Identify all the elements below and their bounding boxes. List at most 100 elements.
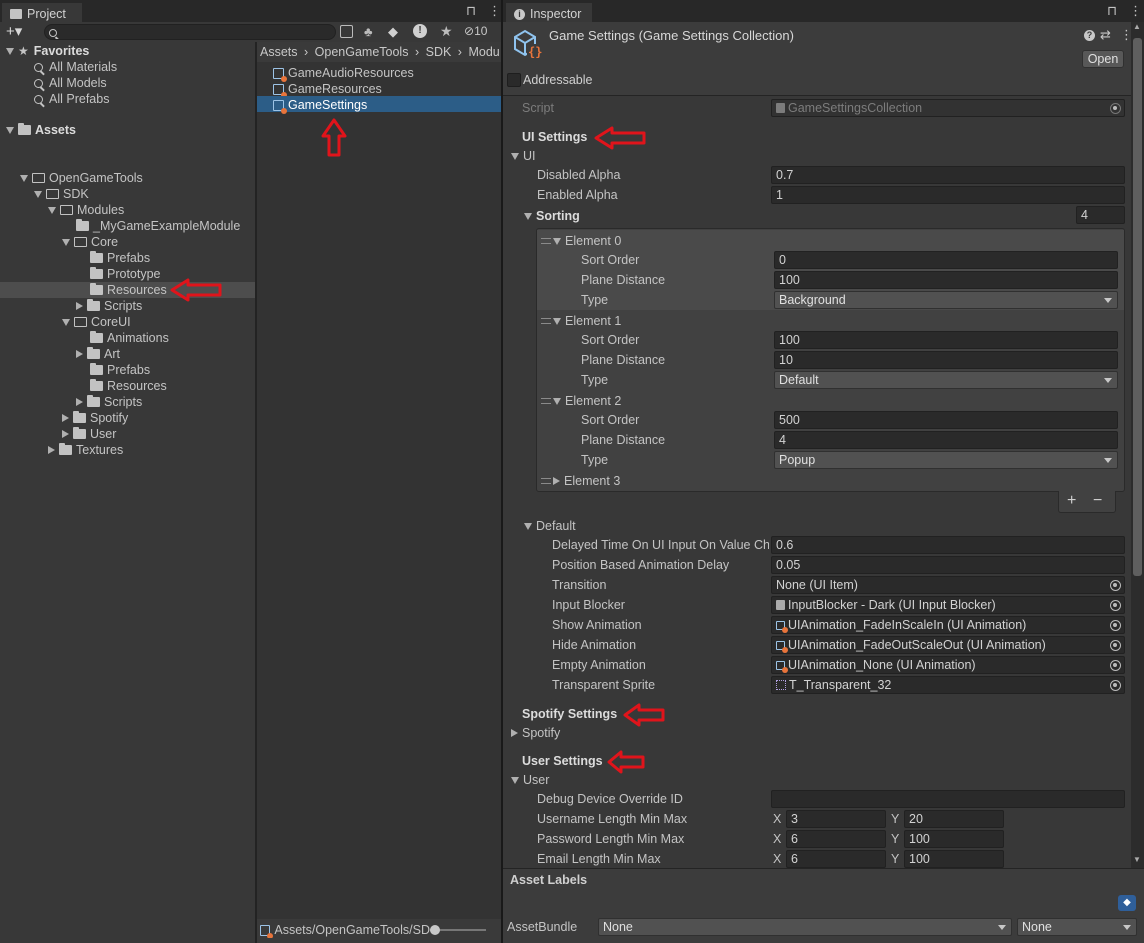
tree-item-textures[interactable]: Textures: [48, 442, 123, 458]
filter-by-label-icon[interactable]: ◆: [388, 24, 398, 40]
lock-icon[interactable]: ⊓: [1107, 3, 1117, 19]
asset-label-tag-icon[interactable]: ◆: [1118, 895, 1136, 911]
add-element-button[interactable]: +: [1067, 492, 1076, 510]
scrollbar-thumb[interactable]: [1133, 38, 1142, 576]
transition-field[interactable]: None (UI Item): [771, 576, 1125, 594]
file-item[interactable]: GameResources: [273, 81, 382, 98]
filter-by-type-icon[interactable]: ♣: [364, 24, 373, 39]
scroll-up-arrow[interactable]: ▲: [1133, 22, 1141, 31]
remove-element-button[interactable]: −: [1093, 492, 1102, 510]
assetbundle-dropdown[interactable]: None: [598, 918, 1012, 936]
email-max-field[interactable]: 100: [904, 850, 1004, 868]
tree-item-modules[interactable]: Modules: [48, 202, 124, 218]
spotify-foldout[interactable]: Spotify: [511, 725, 560, 741]
lock-icon[interactable]: ⊓: [466, 3, 476, 19]
asset-labels-header[interactable]: Asset Labels: [510, 871, 587, 889]
tree-item-mygameexamplemodule[interactable]: _MyGameExampleModule: [76, 218, 240, 234]
disabled-alpha-field[interactable]: 0.7: [771, 166, 1125, 184]
presets-icon[interactable]: ⇄: [1100, 27, 1111, 43]
drag-handle-icon[interactable]: [541, 318, 551, 324]
tree-item-art[interactable]: Art: [76, 346, 120, 362]
element-0-foldout[interactable]: Element 0: [541, 233, 621, 249]
default-foldout[interactable]: Default: [524, 518, 576, 534]
plane-distance-field[interactable]: 4: [774, 431, 1118, 449]
password-min-field[interactable]: 6: [786, 830, 886, 848]
sorting-foldout[interactable]: Sorting: [524, 208, 580, 224]
scroll-down-arrow[interactable]: ▼: [1133, 855, 1141, 864]
sort-order-field[interactable]: 500: [774, 411, 1118, 429]
log-types-icon[interactable]: !: [413, 24, 427, 38]
username-min-field[interactable]: 3: [786, 810, 886, 828]
element-2-foldout[interactable]: Element 2: [541, 393, 621, 409]
assetbundle-variant-dropdown[interactable]: None: [1017, 918, 1137, 936]
sort-order-field[interactable]: 0: [774, 251, 1118, 269]
element-3-foldout[interactable]: Element 3: [541, 473, 620, 489]
favorite-item[interactable]: All Materials: [34, 59, 117, 75]
breadcrumb-item[interactable]: SDK: [426, 45, 452, 59]
transparent-sprite-field[interactable]: T_Transparent_32: [771, 676, 1125, 694]
file-item[interactable]: GameAudioResources: [273, 65, 414, 82]
object-picker-icon[interactable]: [1110, 680, 1121, 691]
search-by-type-icon[interactable]: [340, 25, 353, 38]
tree-item-spotify[interactable]: Spotify: [62, 410, 128, 426]
more-menu-icon[interactable]: ⋮: [1129, 3, 1142, 19]
input-blocker-field[interactable]: InputBlocker - Dark (UI Input Blocker): [771, 596, 1125, 614]
breadcrumb-item[interactable]: Assets: [260, 45, 298, 59]
tree-item-core[interactable]: Core: [62, 234, 118, 250]
tree-item-prototype[interactable]: Prototype: [90, 266, 161, 282]
user-foldout[interactable]: User: [511, 772, 549, 788]
show-animation-field[interactable]: UIAnimation_FadeInScaleIn (UI Animation): [771, 616, 1125, 634]
favorites-header[interactable]: ★ Favorites: [6, 43, 89, 59]
plane-distance-field[interactable]: 10: [774, 351, 1118, 369]
drag-handle-icon[interactable]: [541, 398, 551, 404]
hidden-packages-toggle[interactable]: ⊘10: [464, 24, 487, 38]
type-dropdown[interactable]: Popup: [774, 451, 1118, 469]
search-input[interactable]: [44, 24, 336, 40]
tree-item-scripts-2[interactable]: Scripts: [76, 394, 142, 410]
help-icon[interactable]: ?: [1084, 30, 1095, 41]
hide-animation-field[interactable]: UIAnimation_FadeOutScaleOut (UI Animatio…: [771, 636, 1125, 654]
object-picker-icon[interactable]: [1110, 580, 1121, 591]
breadcrumb-item[interactable]: Modu: [468, 45, 499, 59]
password-max-field[interactable]: 100: [904, 830, 1004, 848]
drag-handle-icon[interactable]: [541, 238, 551, 244]
icon-size-slider-thumb[interactable]: [430, 925, 440, 935]
debug-device-override-field[interactable]: [771, 790, 1125, 808]
tree-item-user[interactable]: User: [62, 426, 116, 442]
open-button[interactable]: Open: [1082, 50, 1124, 68]
plane-distance-field[interactable]: 100: [774, 271, 1118, 289]
tree-item-prefabs[interactable]: Prefabs: [90, 250, 150, 266]
tree-item-prefabs-2[interactable]: Prefabs: [90, 362, 150, 378]
tree-item-coreui[interactable]: CoreUI: [62, 314, 131, 330]
favorite-item[interactable]: All Prefabs: [34, 91, 109, 107]
position-animation-delay-field[interactable]: 0.05: [771, 556, 1125, 574]
object-picker-icon[interactable]: [1110, 640, 1121, 651]
more-menu-icon[interactable]: ⋮: [488, 3, 501, 19]
file-item-selected[interactable]: GameSettings: [273, 97, 367, 114]
empty-animation-field[interactable]: UIAnimation_None (UI Animation): [771, 656, 1125, 674]
tree-item-scripts[interactable]: Scripts: [76, 298, 142, 314]
sort-order-field[interactable]: 100: [774, 331, 1118, 349]
favorite-item[interactable]: All Models: [34, 75, 107, 91]
tree-item-resources-2[interactable]: Resources: [90, 378, 167, 394]
create-button[interactable]: +▾: [6, 23, 22, 41]
object-picker-icon[interactable]: [1110, 660, 1121, 671]
tree-item-animations[interactable]: Animations: [90, 330, 169, 346]
object-picker-icon[interactable]: [1110, 620, 1121, 631]
breadcrumb-item[interactable]: OpenGameTools: [315, 45, 409, 59]
type-dropdown[interactable]: Default: [774, 371, 1118, 389]
username-max-field[interactable]: 20: [904, 810, 1004, 828]
assets-header[interactable]: Assets: [6, 122, 76, 138]
sorting-size-field[interactable]: 4: [1076, 206, 1125, 224]
type-dropdown[interactable]: Background: [774, 291, 1118, 309]
tree-item-sdk[interactable]: SDK: [34, 186, 89, 202]
delayed-time-field[interactable]: 0.6: [771, 536, 1125, 554]
tree-item-resources-selected[interactable]: Resources: [90, 282, 167, 298]
ui-foldout[interactable]: UI: [511, 148, 536, 164]
element-1-foldout[interactable]: Element 1: [541, 313, 621, 329]
object-picker-icon[interactable]: [1110, 600, 1121, 611]
tree-item-opengametools[interactable]: OpenGameTools: [20, 170, 143, 186]
favorite-star-icon[interactable]: ★: [440, 23, 453, 40]
enabled-alpha-field[interactable]: 1: [771, 186, 1125, 204]
drag-handle-icon[interactable]: [541, 478, 551, 484]
